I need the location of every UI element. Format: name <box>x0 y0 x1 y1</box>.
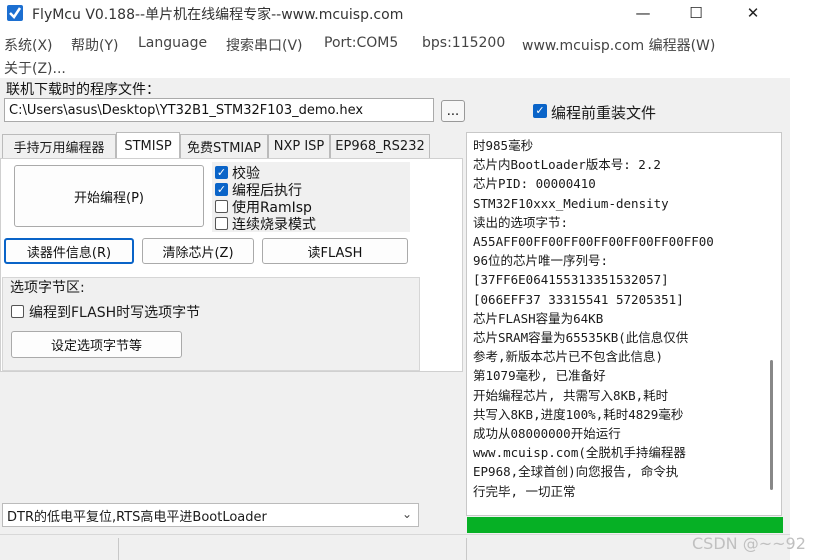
log-line: www.mcuisp.com(全脱机手持编程器 <box>473 445 686 461</box>
read-device-info-button[interactable]: 读器件信息(R) <box>4 238 134 264</box>
log-line: 96位的芯片唯一序列号: <box>473 253 609 269</box>
verify-checkbox[interactable] <box>215 166 228 179</box>
log-line: 开始编程芯片, 共需写入8KB,耗时 <box>473 387 669 403</box>
log-text: 时985毫秒芯片内BootLoader版本号: 2.2 芯片PID: 000004… <box>473 136 763 501</box>
log-line: 读出的选项字节: <box>473 214 569 230</box>
log-scrollbar[interactable] <box>770 360 773 490</box>
log-line: 芯片PID: 00000410 <box>473 176 596 192</box>
write-option-bytes-checkbox[interactable] <box>11 305 24 318</box>
file-path-input[interactable] <box>4 98 434 122</box>
menu-about[interactable]: 关于(Z)... <box>4 58 66 78</box>
menu-bar: 系统(X) 帮助(Y) Language 搜索串口(V) Port:COM5 b… <box>0 32 790 78</box>
use-ramisp-checkbox[interactable] <box>215 200 228 213</box>
log-line: 共写入8KB,进度100%,耗时4829毫秒 <box>473 406 684 422</box>
set-option-bytes-button[interactable]: 设定选项字节等 <box>11 331 182 358</box>
reload-file-label: 编程前重装文件 <box>551 104 657 122</box>
continuous-burn-label: 连续烧录模式 <box>232 216 316 233</box>
log-output[interactable]: 时985毫秒芯片内BootLoader版本号: 2.2 芯片PID: 000004… <box>466 132 782 516</box>
log-line: 成功从08000000开始运行 <box>473 426 621 442</box>
log-line: 芯片FLASH容量为64KB <box>473 310 604 326</box>
menu-help[interactable]: 帮助(Y) <box>71 35 118 55</box>
run-after-program-option[interactable]: 编程后执行 <box>215 181 302 199</box>
menu-programmer[interactable]: www.mcuisp.com 编程器(W) <box>522 35 715 55</box>
bootloader-mode-select[interactable]: DTR的低电平复位,RTS高电平进BootLoader ⌄ <box>2 503 419 527</box>
tab-stmisp[interactable]: STMISP <box>116 132 180 159</box>
continuous-burn-checkbox[interactable] <box>215 217 228 230</box>
menu-bps[interactable]: bps:115200 <box>422 35 505 51</box>
write-option-bytes-label: 编程到FLASH时写选项字节 <box>29 305 201 321</box>
watermark: CSDN @~~92 <box>692 534 806 553</box>
log-line: 芯片内BootLoader版本号: 2.2 <box>473 157 661 173</box>
run-after-program-checkbox[interactable] <box>215 183 228 196</box>
maximize-icon: ☐ <box>689 4 703 22</box>
log-line: 行完毕, 一切正常 <box>473 483 576 499</box>
app-icon <box>6 4 24 22</box>
progress-bar <box>467 517 783 533</box>
chevron-down-icon[interactable]: ⌄ <box>402 507 412 521</box>
start-programming-button[interactable]: 开始编程(P) <box>14 165 204 227</box>
verify-option[interactable]: 校验 <box>215 164 260 182</box>
log-line: [066EFF37 33315541 57205351] <box>473 291 684 307</box>
log-line: 参考,新版本芯片已不包含此信息) <box>473 349 664 365</box>
menu-language[interactable]: Language <box>138 35 207 51</box>
status-separator <box>466 538 467 560</box>
menu-search-port[interactable]: 搜索串口(V) <box>226 35 303 55</box>
log-line: A55AFF00FF00FF00FF00FF00FF00FF00 <box>473 234 714 250</box>
bootloader-mode-value: DTR的低电平复位,RTS高电平进BootLoader <box>7 509 267 525</box>
option-bytes-title: 选项字节区: <box>10 280 85 296</box>
browse-button[interactable]: ... <box>441 100 465 122</box>
minimize-button[interactable]: — <box>620 0 666 26</box>
use-ramisp-option[interactable]: 使用RamIsp <box>215 198 312 216</box>
close-button[interactable]: ✕ <box>730 0 776 26</box>
minimize-icon: — <box>635 4 651 22</box>
tab-free-stmiap[interactable]: 免费STMIAP <box>180 134 268 158</box>
log-line: EP968,全球首创)向您报告, 命令执 <box>473 464 679 480</box>
tab-handheld-programmer[interactable]: 手持万用编程器 <box>2 134 116 158</box>
log-line: [37FF6E064155313351532057] <box>473 272 669 288</box>
log-line: 第1079毫秒, 已准备好 <box>473 368 606 384</box>
status-separator <box>118 538 119 560</box>
tab-ep968-rs232[interactable]: EP968_RS232 <box>330 134 430 158</box>
window-title: FlyMcu V0.188--单片机在线编程专家--www.mcuisp.com <box>32 7 404 23</box>
tab-nxp-isp[interactable]: NXP ISP <box>268 134 330 158</box>
menu-system[interactable]: 系统(X) <box>4 35 53 55</box>
close-icon: ✕ <box>746 4 760 22</box>
maximize-button[interactable]: ☐ <box>673 0 719 26</box>
log-line: 芯片SRAM容量为65535KB(此信息仅供 <box>473 330 689 346</box>
reload-file-checkbox[interactable] <box>533 104 547 118</box>
desktop-background <box>790 0 826 560</box>
continuous-burn-option[interactable]: 连续烧录模式 <box>215 215 316 233</box>
read-flash-button[interactable]: 读FLASH <box>262 238 408 264</box>
menu-port[interactable]: Port:COM5 <box>324 35 398 51</box>
erase-chip-button[interactable]: 清除芯片(Z) <box>142 238 254 264</box>
file-label: 联机下载时的程序文件： <box>6 82 160 98</box>
log-line: STM32F10xxx_Medium-density <box>473 195 669 211</box>
log-line: 时985毫秒 <box>473 138 534 153</box>
